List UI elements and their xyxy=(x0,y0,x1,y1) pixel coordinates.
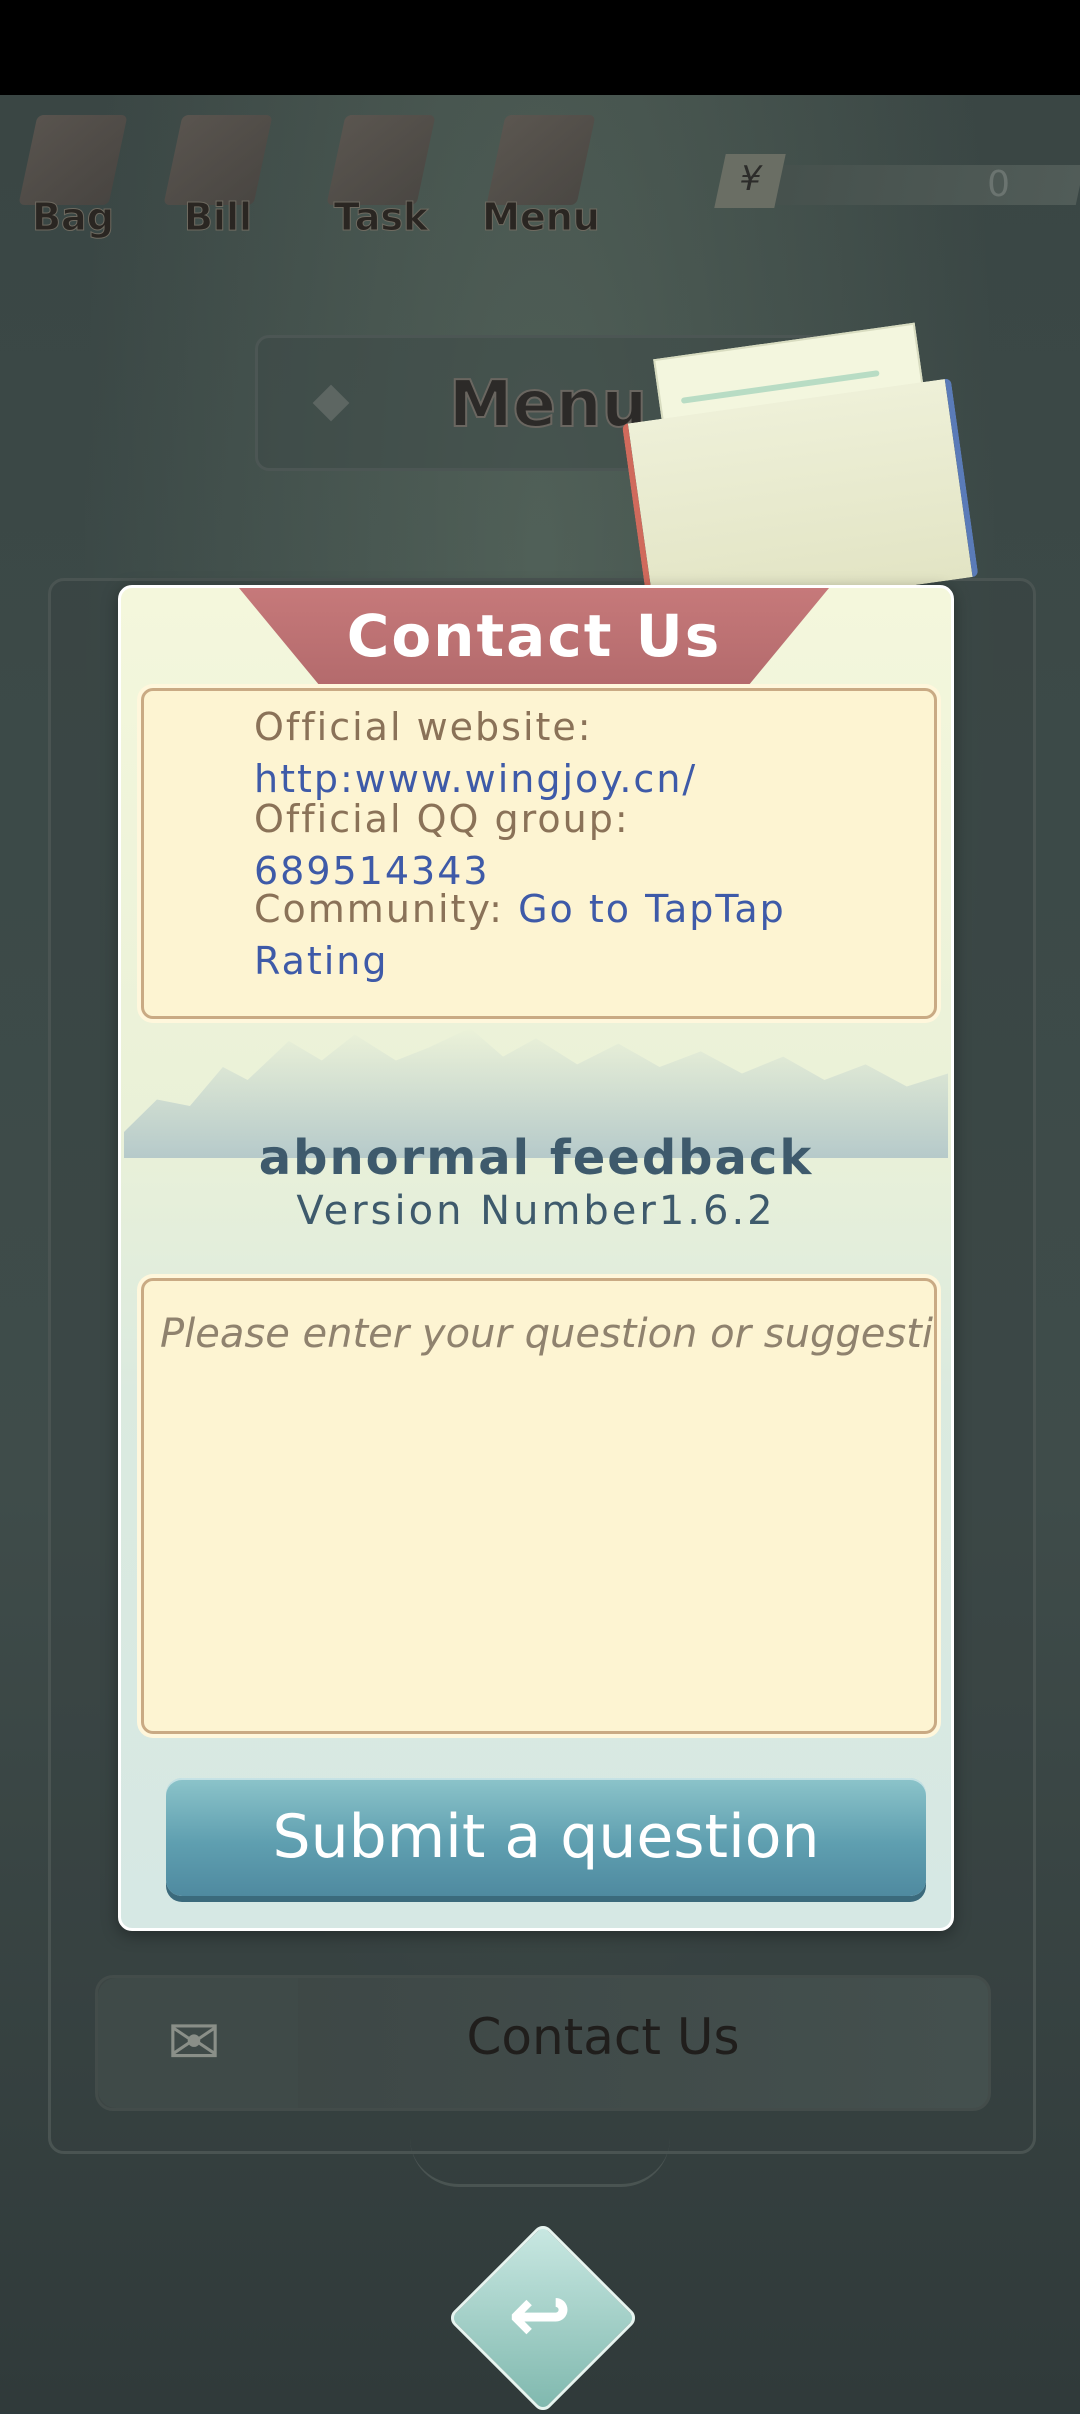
contact-dialog: Contact Us Official website: http:www.wi… xyxy=(118,585,954,1931)
version-number: Version Number1.6.2 xyxy=(296,1188,776,1234)
community-label: Community: xyxy=(254,887,504,931)
nav-bag[interactable]: Bag xyxy=(8,105,138,245)
nav-menu[interactable]: Menu xyxy=(476,105,606,245)
bill-icon xyxy=(163,115,273,205)
nav-bill[interactable]: Bill xyxy=(153,105,283,245)
nav-menu-label: Menu xyxy=(482,195,601,240)
feedback-input-panel xyxy=(141,1278,937,1734)
menu-row-contact-label: Contact Us xyxy=(466,2008,740,2066)
website-label: Official website: xyxy=(254,705,593,749)
currency-display: ¥ 0 xyxy=(700,154,1080,210)
yen-icon: ¥ xyxy=(714,154,786,208)
contact-info-panel: Official website: http:www.wingjoy.cn/ O… xyxy=(141,688,937,1019)
nav-task-label: Task xyxy=(333,195,429,240)
menu-icon xyxy=(486,115,596,205)
back-arrow-icon: ↩ xyxy=(508,2270,572,2359)
submit-question-button[interactable]: Submit a question xyxy=(166,1778,926,1896)
envelope-decoration xyxy=(614,318,987,623)
menu-row-contact-us[interactable]: ✉ Contact Us xyxy=(95,1975,991,2111)
nav-bill-label: Bill xyxy=(183,195,253,240)
dialog-title: Contact Us xyxy=(346,602,722,670)
feedback-input[interactable] xyxy=(144,1281,934,1731)
feedback-title: abnormal feedback xyxy=(258,1130,814,1186)
nav-task[interactable]: Task xyxy=(316,105,446,245)
community-row: Community: Go to TapTap xyxy=(254,883,786,935)
status-bar xyxy=(0,0,1080,95)
currency-bar xyxy=(755,165,1080,205)
rating-link[interactable]: Rating xyxy=(254,935,389,987)
bag-icon xyxy=(18,115,128,205)
task-icon xyxy=(326,115,436,205)
ornament-divider xyxy=(410,2138,670,2187)
taptap-link[interactable]: Go to TapTap xyxy=(518,887,786,931)
currency-value: 0 xyxy=(987,164,1010,205)
qq-label: Official QQ group: xyxy=(254,797,630,841)
nav-bag-label: Bag xyxy=(32,195,115,240)
